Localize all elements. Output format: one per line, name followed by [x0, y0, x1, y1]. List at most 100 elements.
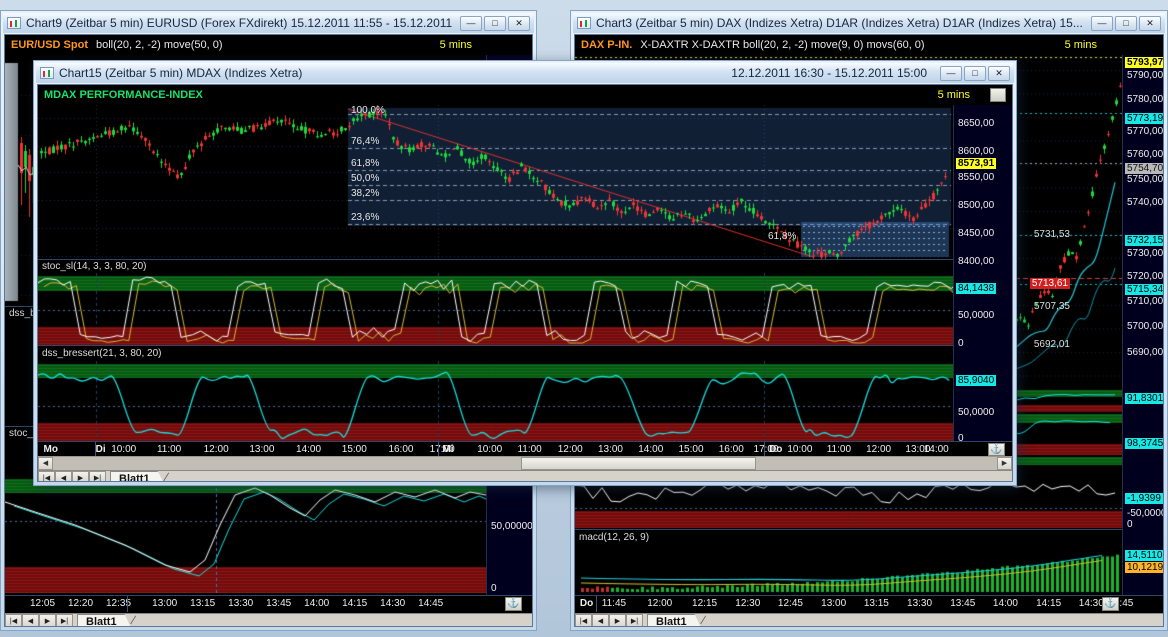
mdax-price-chart[interactable]: [38, 105, 953, 259]
time-label: 14:00: [638, 444, 663, 455]
last-sheet-button[interactable]: ▶|: [89, 471, 106, 482]
axis-day-separator: [127, 596, 128, 612]
close-button[interactable]: ✕: [508, 16, 530, 31]
restore-button[interactable]: □: [484, 16, 506, 31]
price-label: 0: [489, 583, 499, 594]
prev-sheet-button[interactable]: ◀: [592, 614, 609, 627]
price-label: 5690,00: [1125, 347, 1164, 358]
price-label: -1,9399: [1125, 493, 1163, 504]
axis-day-separator: [438, 442, 439, 456]
anchor-icon[interactable]: ⚓: [505, 597, 522, 611]
restore-button[interactable]: □: [964, 66, 986, 81]
price-label: 8400,00: [956, 256, 996, 267]
time-label: 16:00: [388, 444, 413, 455]
tab-nav-buttons: |◀◀▶▶|: [5, 614, 73, 627]
time-label: 13:00: [152, 598, 177, 609]
restore-button[interactable]: □: [1115, 16, 1137, 31]
chart3-info-bar: DAX P-IN. X-DAXTR X-DAXTR boll(20, 2, -2…: [575, 35, 1163, 55]
time-label: 13:15: [190, 598, 215, 609]
time-label: 14:15: [1036, 598, 1061, 609]
last-sheet-button[interactable]: ▶|: [626, 614, 643, 627]
time-label: 13:15: [864, 598, 889, 609]
scroll-left-button[interactable]: ◀: [38, 457, 53, 470]
mdax-dss-chart[interactable]: [38, 361, 953, 441]
tab-slash-decoration: ∕: [165, 471, 168, 482]
dax-macd-chart[interactable]: [575, 546, 1122, 593]
price-label: 5720,00: [1125, 271, 1164, 282]
time-label: 12:45: [778, 598, 803, 609]
chart9-info-bar: EUR/USD Spot boll(20, 2, -2) move(50, 0)…: [5, 35, 532, 55]
time-label: 11:00: [157, 444, 181, 455]
time-label: 11:00: [827, 444, 851, 455]
symbol-label: MDAX PERFORMANCE-INDEX: [44, 89, 203, 101]
desktop: Chart9 (Zeitbar 5 min) EURUSD (Forex FXd…: [0, 0, 1168, 637]
chart3-titlebar[interactable]: Chart3 (Zeitbar 5 min) DAX (Indizes Xetr…: [573, 13, 1165, 33]
scrollbar-track[interactable]: [53, 457, 997, 470]
time-label: 13:30: [907, 598, 932, 609]
symbol-label: DAX P-IN.: [581, 39, 632, 51]
minimize-button[interactable]: —: [460, 16, 482, 31]
price-label: -50,0000: [1125, 508, 1164, 519]
time-label: 10:00: [111, 444, 136, 455]
prev-sheet-button[interactable]: ◀: [55, 471, 72, 482]
price-label: 5793,97: [1125, 57, 1164, 68]
chart9-title: Chart9 (Zeitbar 5 min) EURUSD (Forex FXd…: [26, 16, 455, 30]
study-label: X-DAXTR X-DAXTR boll(20, 2, -2) move(9, …: [640, 39, 924, 51]
vertical-scrollbar-button[interactable]: [990, 88, 1006, 102]
chart15-price-scale[interactable]: 8650,008600,008573,918550,008500,008450,…: [953, 105, 1013, 441]
time-label: 12:00: [558, 444, 583, 455]
time-label: 10:00: [477, 444, 502, 455]
next-sheet-button[interactable]: ▶: [72, 471, 89, 482]
mdax-stochastic-chart[interactable]: [38, 273, 953, 345]
next-sheet-button[interactable]: ▶: [39, 614, 56, 627]
time-label: 14:30: [380, 598, 405, 609]
chart15-window: Chart15 (Zeitbar 5 min) MDAX (Indizes Xe…: [33, 60, 1017, 486]
time-label: 11:00: [517, 444, 541, 455]
anchor-icon[interactable]: ⚓: [988, 443, 1005, 456]
time-label: 13:45: [266, 598, 291, 609]
chart3-price-scale[interactable]: 5793,975790,005780,005773,195770,005760,…: [1122, 55, 1164, 595]
price-label: 8450,00: [956, 228, 996, 239]
first-sheet-button[interactable]: |◀: [38, 471, 55, 482]
price-label: 8500,00: [956, 200, 996, 211]
first-sheet-button[interactable]: |◀: [575, 614, 592, 627]
minimize-button[interactable]: —: [940, 66, 962, 81]
price-label: 10,1219: [1125, 562, 1164, 573]
interval-label: 5 mins: [1065, 39, 1097, 51]
close-button[interactable]: ✕: [1139, 16, 1161, 31]
sheet-tab[interactable]: Blatt1: [647, 614, 702, 627]
chart15-titlebar[interactable]: Chart15 (Zeitbar 5 min) MDAX (Indizes Xe…: [36, 63, 1014, 83]
time-label: 10:00: [787, 444, 812, 455]
sheet-tab[interactable]: Blatt1: [77, 614, 132, 627]
time-label: 14:15: [342, 598, 367, 609]
time-label: 11:45: [602, 598, 626, 609]
sheet-tab[interactable]: Blatt1: [110, 471, 165, 482]
minimize-button[interactable]: —: [1091, 16, 1113, 31]
chart15-chart-area: MDAX PERFORMANCE-INDEX 5 mins 100,0%76,4…: [37, 84, 1013, 482]
scrollbar-thumb[interactable]: [521, 457, 756, 470]
time-label: 15:00: [679, 444, 704, 455]
chart9-titlebar[interactable]: Chart9 (Zeitbar 5 min) EURUSD (Forex FXd…: [3, 13, 534, 33]
interval-label: 5 mins: [938, 89, 970, 101]
chart9-time-axis: 12:0512:2012:3513:0013:1513:3013:4514:00…: [5, 595, 532, 612]
chart9-tab-bar: |◀◀▶▶|Blatt1∕: [5, 613, 532, 627]
price-label: 5730,00: [1125, 248, 1164, 259]
next-sheet-button[interactable]: ▶: [609, 614, 626, 627]
time-label: 12:30: [735, 598, 760, 609]
price-label: 50,00000: [489, 521, 533, 532]
prev-sheet-button[interactable]: ◀: [22, 614, 39, 627]
time-label: 12:15: [692, 598, 717, 609]
chart15-info-bar: MDAX PERFORMANCE-INDEX 5 mins: [38, 85, 1012, 105]
anchor-icon[interactable]: ⚓: [1102, 597, 1119, 611]
chart15-tab-bar: |◀◀▶▶| Blatt1∕: [38, 470, 1012, 482]
scroll-right-button[interactable]: ▶: [997, 457, 1012, 470]
close-button[interactable]: ✕: [988, 66, 1010, 81]
last-sheet-button[interactable]: ▶|: [56, 614, 73, 627]
horizontal-scrollbar[interactable]: ◀ ▶: [38, 456, 1012, 470]
time-label: 16:00: [719, 444, 744, 455]
chart-window-icon: [577, 17, 591, 29]
first-sheet-button[interactable]: |◀: [5, 614, 22, 627]
symbol-label: EUR/USD Spot: [11, 39, 88, 51]
price-label: 5740,00: [1125, 197, 1164, 208]
price-label: 8573,91: [956, 158, 996, 169]
